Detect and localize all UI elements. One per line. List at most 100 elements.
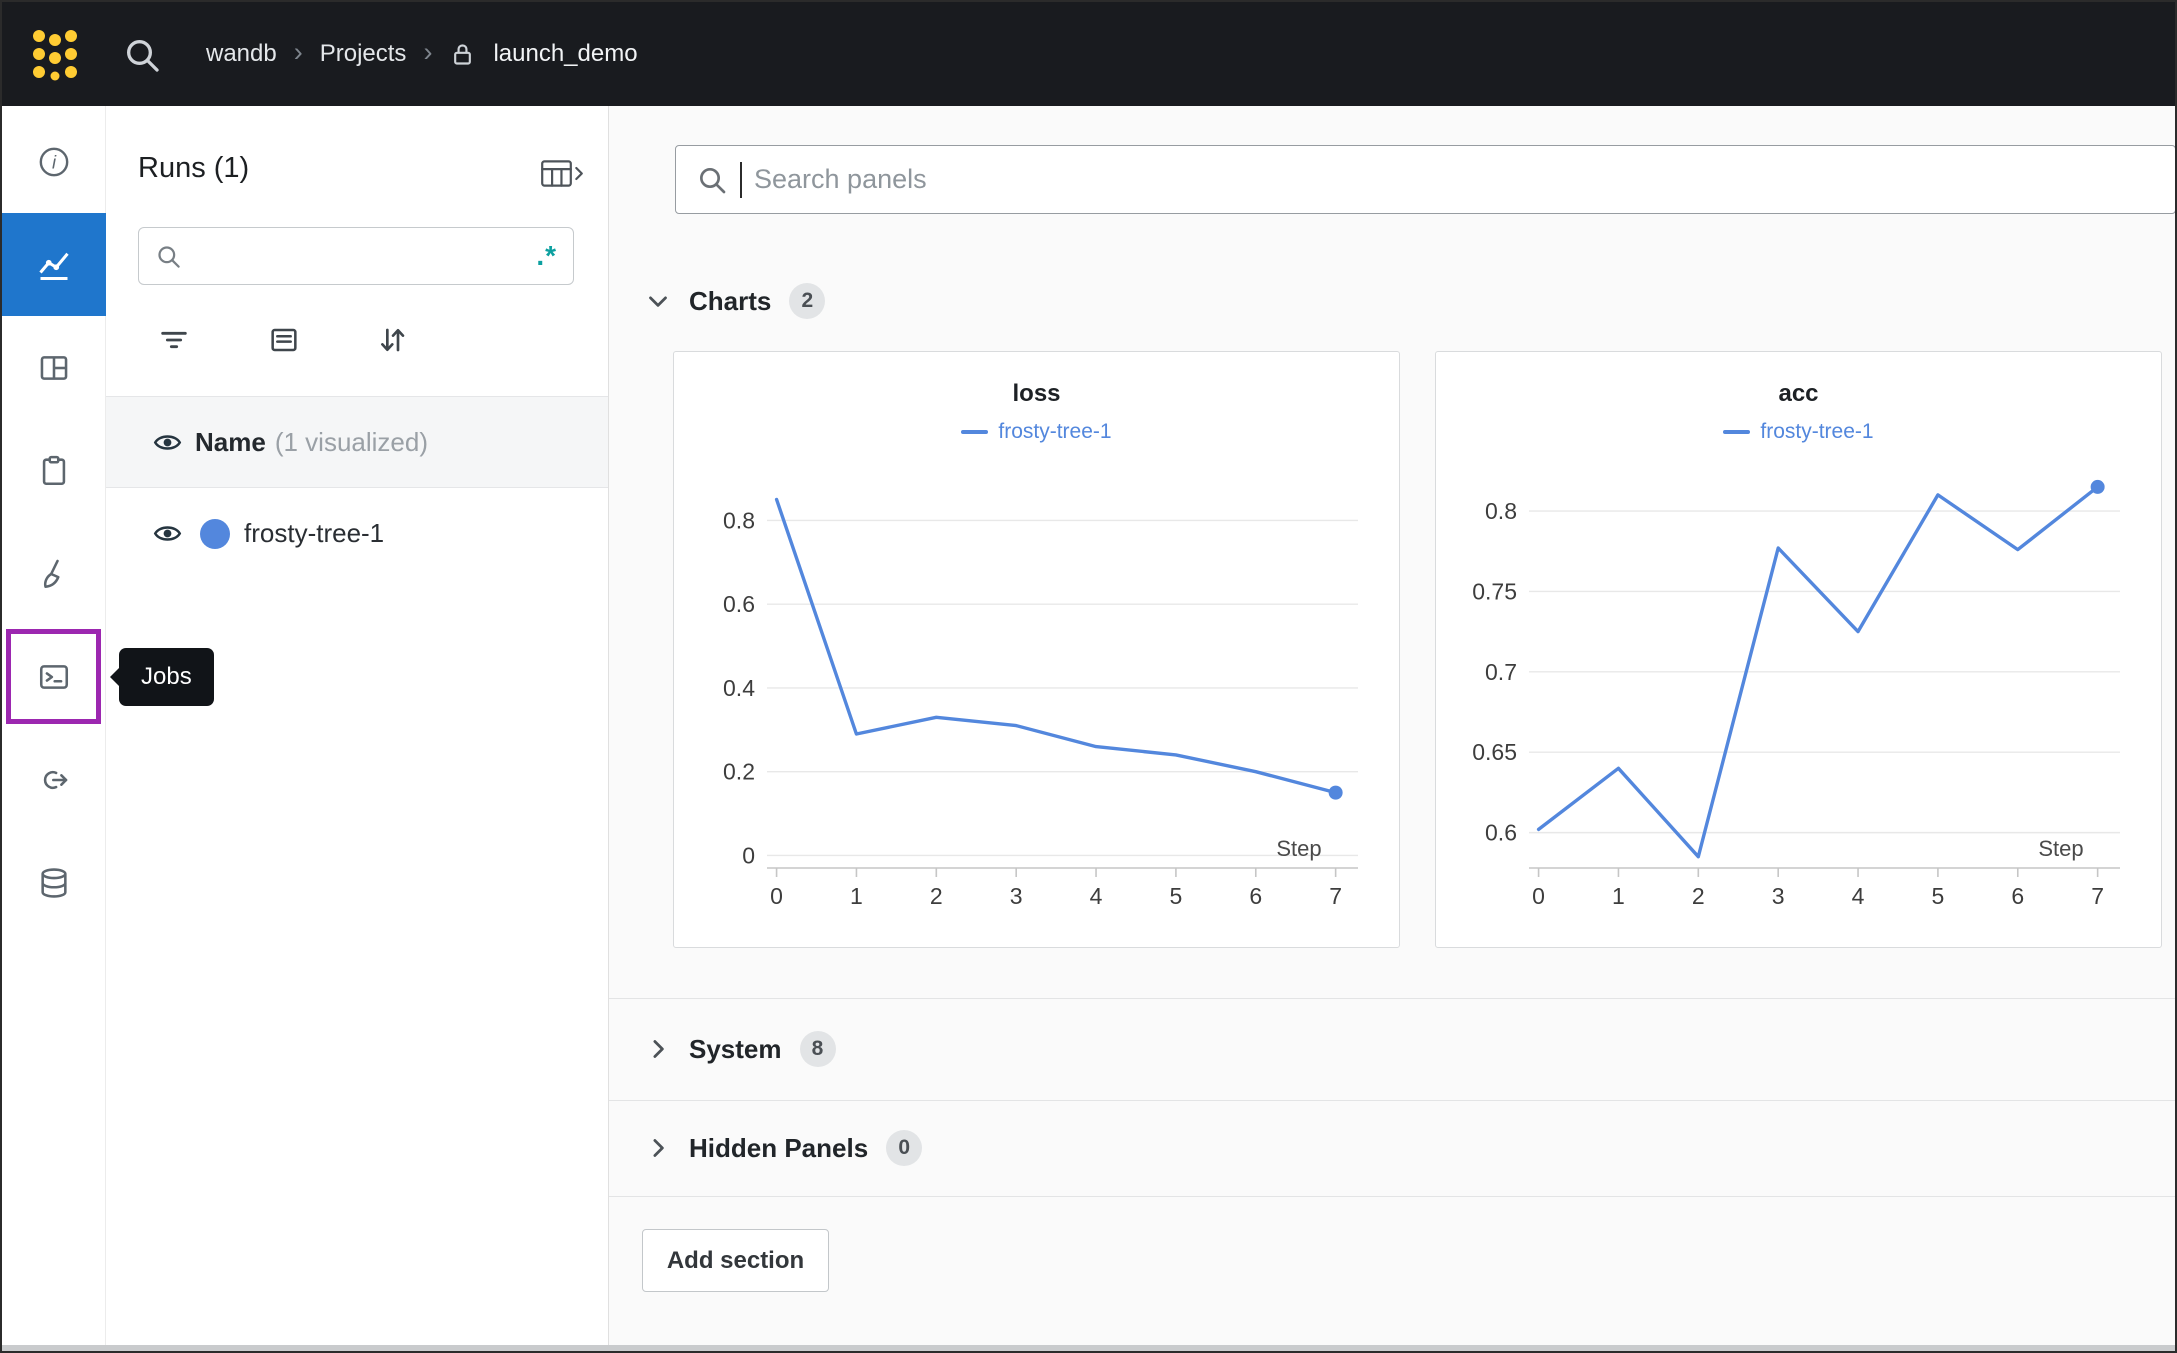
nav-artifacts[interactable] <box>2 831 106 934</box>
table-icon <box>37 351 71 385</box>
search-icon <box>122 35 162 75</box>
breadcrumb-separator: › <box>423 37 432 71</box>
chart-title: loss <box>674 380 1399 408</box>
chart-panel-acc[interactable]: acc frosty-tree-1 0.60.650.70.750.801234… <box>1435 351 2162 948</box>
svg-text:0.6: 0.6 <box>1485 820 1517 846</box>
charts-panels-row: loss frosty-tree-1 00.20.40.60.801234567… <box>673 351 2162 948</box>
run-name: frosty-tree-1 <box>244 518 384 549</box>
section-count-badge: 2 <box>789 283 825 319</box>
runs-title: Runs (1) <box>138 152 249 185</box>
svg-text:Step: Step <box>1276 836 1321 861</box>
global-search-icon[interactable] <box>120 34 164 78</box>
breadcrumb-entity[interactable]: wandb <box>206 40 277 68</box>
wandb-workspace-window: wandb › Projects › launch_demo i <box>0 0 2177 1353</box>
filter-icon <box>158 324 190 356</box>
svg-text:0: 0 <box>742 842 755 868</box>
section-header-system[interactable]: System 8 <box>641 1026 836 1072</box>
visibility-toggle-run[interactable] <box>151 518 183 550</box>
nav-jobs[interactable] <box>2 625 106 728</box>
section-count-badge: 0 <box>886 1130 922 1166</box>
runs-column-name: Name <box>195 427 266 458</box>
left-nav-rail: i <box>2 106 106 1351</box>
svg-text:2: 2 <box>930 883 943 909</box>
table-expand-icon <box>540 158 584 189</box>
visibility-toggle-all[interactable] <box>151 426 183 458</box>
group-icon <box>268 324 300 356</box>
section-header-charts[interactable]: Charts 2 <box>641 278 825 324</box>
breadcrumb: wandb › Projects › launch_demo <box>206 2 638 106</box>
acc-line-chart[interactable]: 0.60.650.70.750.801234567Step <box>1451 456 2146 926</box>
breadcrumb-project-name[interactable]: launch_demo <box>493 40 637 68</box>
svg-text:4: 4 <box>1852 883 1865 909</box>
topbar: wandb › Projects › launch_demo <box>2 2 2175 106</box>
svg-text:4: 4 <box>1090 883 1103 909</box>
group-button[interactable] <box>260 317 308 365</box>
svg-text:0.4: 0.4 <box>723 675 755 701</box>
add-section-button[interactable]: Add section <box>642 1229 829 1292</box>
jobs-tooltip: Jobs <box>119 648 214 706</box>
line-chart-icon <box>36 247 72 283</box>
run-row[interactable]: frosty-tree-1 <box>106 488 608 579</box>
svg-text:3: 3 <box>1010 883 1023 909</box>
search-panels-placeholder: Search panels <box>754 164 927 195</box>
svg-text:Step: Step <box>2038 836 2083 861</box>
runs-search-input[interactable]: .* <box>138 227 574 285</box>
chevron-right-icon[interactable] <box>641 1032 675 1066</box>
nav-workspace[interactable] <box>2 213 106 316</box>
divider <box>609 1100 2175 1101</box>
runs-header-row: Name (1 visualized) <box>106 397 608 488</box>
regex-toggle-icon[interactable]: .* <box>536 240 557 272</box>
nav-overview[interactable]: i <box>2 110 106 213</box>
link-arrow-icon <box>37 763 71 797</box>
section-label: System <box>689 1034 782 1065</box>
expand-runs-table-button[interactable] <box>540 158 584 192</box>
chart-legend: frosty-tree-1 <box>1436 420 2161 444</box>
section-count-badge: 8 <box>800 1031 836 1067</box>
svg-text:0: 0 <box>770 883 783 909</box>
horizontal-scrollbar[interactable] <box>2 1345 2175 1351</box>
legend-line-swatch <box>1723 430 1750 434</box>
search-panels-input[interactable]: Search panels <box>675 145 2176 214</box>
filter-button[interactable] <box>150 317 198 365</box>
legend-run-name: frosty-tree-1 <box>998 420 1111 444</box>
broom-icon <box>37 557 71 591</box>
chart-legend: frosty-tree-1 <box>674 420 1399 444</box>
svg-text:2: 2 <box>1692 883 1705 909</box>
nav-runs-table[interactable] <box>2 316 106 419</box>
clipboard-icon <box>37 454 71 488</box>
svg-text:0.7: 0.7 <box>1485 659 1517 685</box>
svg-text:0.6: 0.6 <box>723 591 755 617</box>
svg-text:1: 1 <box>1612 883 1625 909</box>
chart-title: acc <box>1436 380 2161 408</box>
chevron-down-icon[interactable] <box>641 284 675 318</box>
svg-text:0.8: 0.8 <box>723 507 755 533</box>
breadcrumb-separator: › <box>294 37 303 71</box>
nav-sweeps[interactable] <box>2 522 106 625</box>
section-label: Charts <box>689 286 771 317</box>
breadcrumb-projects[interactable]: Projects <box>320 40 407 68</box>
info-icon: i <box>37 145 71 179</box>
sort-button[interactable] <box>368 317 416 365</box>
nav-reports[interactable] <box>2 419 106 522</box>
legend-line-swatch <box>961 430 988 434</box>
svg-text:5: 5 <box>1932 883 1945 909</box>
chevron-right-icon[interactable] <box>641 1131 675 1165</box>
svg-text:3: 3 <box>1772 883 1785 909</box>
jobs-tooltip-label: Jobs <box>141 663 192 691</box>
nav-automations[interactable] <box>2 728 106 831</box>
svg-text:7: 7 <box>2091 883 2104 909</box>
svg-text:0.65: 0.65 <box>1472 739 1517 765</box>
wandb-logo-icon[interactable] <box>28 27 82 81</box>
lock-icon <box>449 41 476 68</box>
divider <box>609 998 2175 999</box>
svg-text:0.8: 0.8 <box>1485 498 1517 524</box>
search-icon <box>696 164 728 196</box>
loss-line-chart[interactable]: 00.20.40.60.801234567Step <box>689 456 1384 926</box>
panels-area: Search panels Charts 2 loss frosty-tree-… <box>609 106 2175 1351</box>
section-header-hidden-panels[interactable]: Hidden Panels 0 <box>641 1125 922 1171</box>
runs-toolbar <box>106 314 608 368</box>
chart-panel-loss[interactable]: loss frosty-tree-1 00.20.40.60.801234567… <box>673 351 1400 948</box>
eye-icon <box>152 427 183 458</box>
svg-text:0: 0 <box>1532 883 1545 909</box>
section-label: Hidden Panels <box>689 1133 868 1164</box>
